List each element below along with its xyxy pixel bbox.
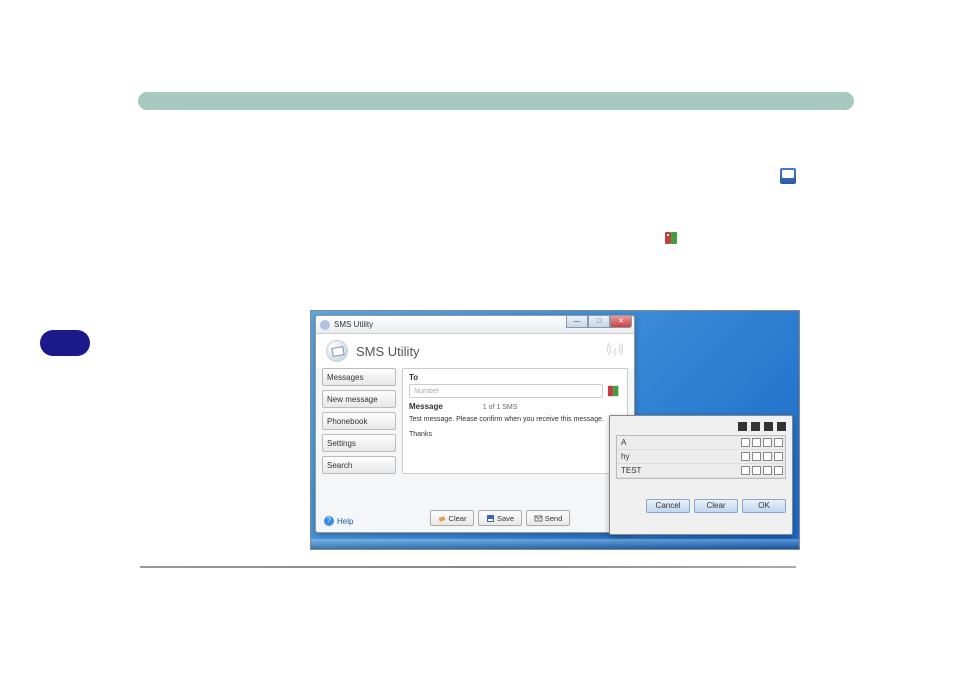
maximize-button[interactable]: □ (588, 316, 610, 328)
sidebar-item-search[interactable]: Search (322, 456, 396, 474)
sidebar-item-label: Search (327, 461, 352, 470)
message-label: Message (409, 402, 443, 411)
sidebar-item-messages[interactable]: Messages (322, 368, 396, 386)
horizontal-rule (140, 566, 796, 568)
checkbox[interactable] (741, 438, 750, 447)
open-phonebook-button[interactable] (607, 384, 621, 398)
message-counter: 1 of 1 SMS (483, 404, 518, 411)
app-header: SMS Utility (316, 334, 634, 368)
sidebar-item-new-message[interactable]: New message (322, 390, 396, 408)
sidebar-item-settings[interactable]: Settings (322, 434, 396, 452)
to-label: To (409, 373, 621, 382)
compose-panel: To Number Message 1 of 1 SMS Test mes (402, 368, 628, 474)
help-icon: ? (324, 516, 334, 526)
sidebar-item-phonebook[interactable]: Phonebook (322, 412, 396, 430)
checkbox[interactable] (763, 438, 772, 447)
app-title: SMS Utility (356, 344, 420, 359)
sidebar-item-label: Phonebook (327, 417, 367, 426)
checkbox[interactable] (774, 452, 783, 461)
phonebook-list: A hy TEST (616, 435, 786, 479)
phonebook-popup: A hy TEST (609, 415, 793, 535)
desktop-screenshot: SMS Utility — □ ✕ SMS Utility (310, 310, 800, 550)
device-icon (777, 422, 786, 431)
phonebook-row[interactable]: A (617, 436, 785, 450)
window-title: SMS Utility (334, 320, 373, 329)
sidebar-item-label: Settings (327, 439, 356, 448)
taskbar (311, 539, 799, 549)
eraser-icon (438, 514, 447, 523)
help-label: Help (337, 517, 353, 526)
save-button[interactable]: Save (478, 510, 522, 526)
send-button[interactable]: Send (526, 510, 570, 526)
antenna-icon (606, 342, 624, 360)
sim-card-icon (780, 168, 796, 184)
clear-button[interactable]: Clear (430, 510, 474, 526)
help-link[interactable]: ? Help (324, 516, 353, 526)
checkbox[interactable] (752, 452, 761, 461)
checkbox[interactable] (752, 438, 761, 447)
ok-button[interactable]: OK (742, 499, 786, 513)
sidebar: Messages New message Phonebook Settings … (322, 368, 396, 474)
window-icon (320, 320, 330, 330)
checkbox[interactable] (774, 438, 783, 447)
phonebook-header-icons (616, 422, 786, 431)
sms-utility-window: SMS Utility — □ ✕ SMS Utility (315, 315, 635, 533)
checkbox[interactable] (752, 466, 761, 475)
send-icon (534, 514, 543, 523)
cancel-button[interactable]: Cancel (646, 499, 690, 513)
checkbox[interactable] (763, 452, 772, 461)
note-badge (40, 330, 90, 356)
section-divider-bar (138, 92, 854, 110)
minimize-button[interactable]: — (566, 316, 588, 328)
checkbox[interactable] (763, 466, 772, 475)
close-button[interactable]: ✕ (610, 316, 632, 328)
phonebook-icon (664, 230, 680, 246)
sim-icon (738, 422, 747, 431)
checkbox[interactable] (774, 466, 783, 475)
phonebook-row[interactable]: TEST (617, 464, 785, 478)
message-textarea[interactable]: Test message. Please confirm when you re… (409, 415, 621, 469)
save-icon (486, 514, 495, 523)
app-logo-icon (326, 340, 348, 362)
checkbox[interactable] (741, 466, 750, 475)
to-input[interactable]: Number (409, 384, 603, 398)
sidebar-item-label: New message (327, 395, 378, 404)
checkbox[interactable] (741, 452, 750, 461)
home-icon (764, 422, 773, 431)
sidebar-item-label: Messages (327, 373, 363, 382)
phonebook-row[interactable]: hy (617, 450, 785, 464)
save-icon (751, 422, 760, 431)
window-titlebar: SMS Utility — □ ✕ (316, 316, 634, 334)
clear-button[interactable]: Clear (694, 499, 738, 513)
